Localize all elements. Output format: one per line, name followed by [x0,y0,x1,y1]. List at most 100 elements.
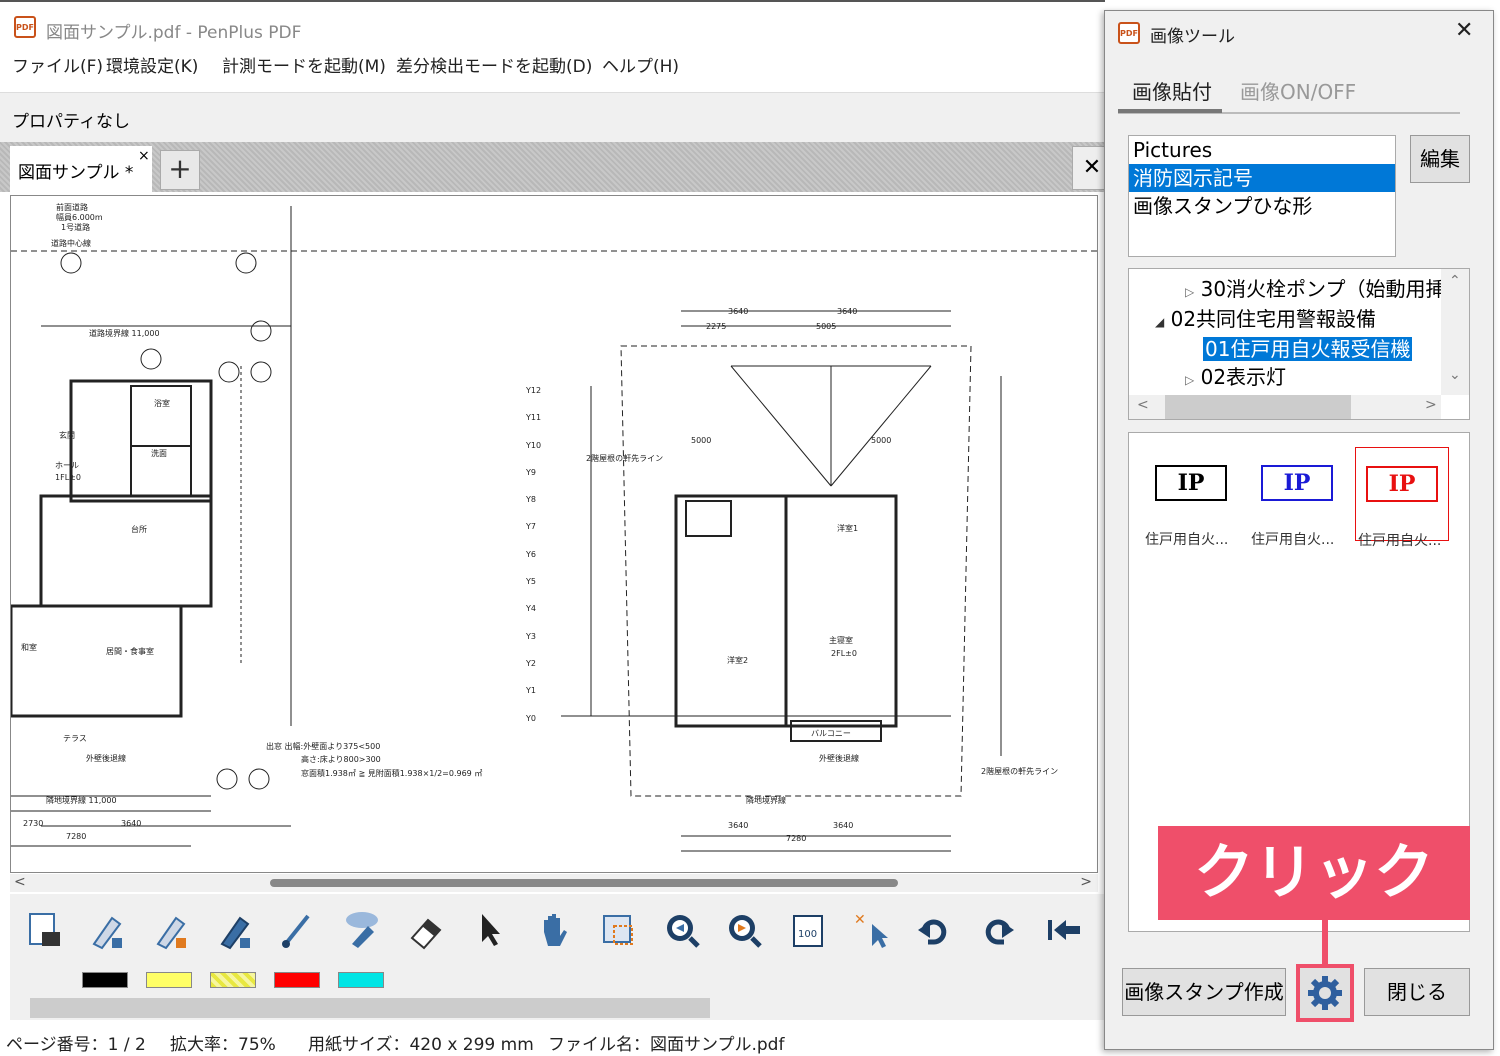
toolbar-scroll-thumb[interactable] [30,998,710,1018]
eraser-icon[interactable] [402,906,450,954]
tree-item[interactable]: ▷ 02表示灯 [1185,361,1286,390]
first-page-icon[interactable] [1040,906,1088,954]
tree-vertical-scrollbar[interactable]: ⌃ ⌄ [1441,269,1469,395]
tree-horizontal-scrollbar[interactable]: < > [1129,395,1441,419]
svg-text:ホール: ホール [55,461,79,470]
tree-item-selected[interactable]: 01住戸用自火報受信機 [1203,333,1413,362]
menu-bar: ファイル(F) 環境設定(K) 計測モードを起動(M) 差分検出モードを起動(D… [0,52,1105,78]
stamp-item[interactable]: IP 住戸用自火... [1145,451,1251,548]
add-tab-button[interactable]: + [160,150,200,190]
stamp-item-selected[interactable]: IP 住戸用自火... [1355,447,1449,549]
title-bar: PDF 図面サンプル.pdf - PenPlus PDF [0,0,1105,52]
collapse-icon[interactable]: ◢ [1155,315,1164,329]
svg-text:洗面: 洗面 [151,448,167,458]
settings-button[interactable] [1296,964,1354,1022]
stamp-item[interactable]: IP 住戸用自火... [1251,451,1357,548]
menu-settings[interactable]: 環境設定(K) [106,52,198,77]
tab-image-paste[interactable]: 画像貼付 [1132,76,1212,105]
close-button[interactable]: 閉じる [1364,968,1470,1016]
svg-text:3640: 3640 [728,307,748,316]
pdf-canvas[interactable]: 前面道路 幅員6.000m 1号道路 道路中心線 玄関 ホール 1FL±0 台所 居間・食… [10,195,1098,873]
scroll-thumb[interactable] [270,879,898,887]
zoom-out-icon[interactable] [658,906,706,954]
svg-text:洋室1: 洋室1 [837,523,858,533]
color-swatch-yellow-pattern[interactable] [210,972,256,988]
marker-1-icon[interactable] [82,906,130,954]
svg-text:Y5: Y5 [525,577,536,586]
svg-text:3640: 3640 [121,819,141,828]
folder-item-selected[interactable]: 消防図示記号 [1129,164,1395,192]
svg-text:道路境界線 11,000: 道路境界線 11,000 [89,328,160,338]
tree-item[interactable]: ◢ 02共同住宅用警報設備 [1155,303,1376,332]
panel-close-icon[interactable]: ✕ [1455,18,1473,43]
svg-text:Y6: Y6 [525,550,536,559]
svg-text:Y9: Y9 [525,468,536,477]
expand-icon[interactable]: ▷ [1185,285,1194,299]
undo-icon[interactable] [910,906,958,954]
svg-text:2FL±0: 2FL±0 [831,649,857,658]
color-swatch-yellow[interactable] [146,972,192,988]
color-swatch-red[interactable] [274,972,320,988]
color-swatch-cyan[interactable] [338,972,384,988]
brush-icon[interactable] [272,906,320,954]
svg-text:浴室: 浴室 [154,398,170,408]
svg-text:Y10: Y10 [525,441,541,450]
svg-text:テラス: テラス [63,734,87,743]
menu-diff[interactable]: 差分検出モードを起動(D) [396,52,592,77]
svg-text:Y8: Y8 [525,495,536,504]
svg-text:前面道路: 前面道路 [56,202,88,212]
delete-stamp-icon[interactable]: ✕ [848,906,896,954]
folder-item[interactable]: Pictures [1129,136,1395,164]
menu-measure[interactable]: 計測モードを起動(M) [222,52,386,77]
text-box-icon[interactable] [20,906,68,954]
scroll-left-icon[interactable]: < [14,874,26,890]
tab-close-icon[interactable]: × [138,148,150,164]
svg-text:2730: 2730 [23,819,43,828]
expand-icon[interactable]: ▷ [1185,373,1194,387]
stamp-label: 住戸用自火... [1358,533,1442,549]
area-select-icon[interactable] [594,906,642,954]
folder-item[interactable]: 画像スタンプひな形 [1129,192,1395,220]
document-tab-label: 図面サンプル * [18,163,134,183]
category-tree[interactable]: ▷ 30消火栓ポンプ（始動用挿 ◢ 02共同住宅用警報設備 01住戸用自火報受信… [1128,268,1470,420]
status-page: ページ番号：1 / 2 [6,1035,146,1055]
redo-icon[interactable] [974,906,1022,954]
toolbar-scrollbar[interactable] [10,994,1105,1020]
stamp-label: 住戸用自火... [1145,532,1229,548]
fit-page-icon[interactable]: 100 [784,906,832,954]
svg-text:高さ:床より800>300: 高さ:床より800>300 [301,754,381,764]
zoom-in-icon[interactable] [720,906,768,954]
property-text: プロパティなし [12,112,130,132]
highlighter-1-icon[interactable] [210,906,258,954]
scroll-right-icon[interactable]: > [1080,874,1092,890]
stamp-text-icon[interactable] [338,906,386,954]
create-stamp-button[interactable]: 画像スタンプ作成 [1122,968,1286,1016]
folder-list[interactable]: Pictures 消防図示記号 画像スタンプひな形 [1128,135,1396,257]
svg-text:5005: 5005 [816,322,836,331]
canvas-horizontal-scrollbar[interactable]: < > [10,874,1098,892]
hand-icon[interactable] [530,906,578,954]
menu-file[interactable]: ファイル(F) [12,52,103,77]
tab-image-onoff[interactable]: 画像ON/OFF [1240,76,1356,105]
svg-text:洋室2: 洋室2 [727,655,748,665]
svg-text:Y2: Y2 [525,659,536,668]
select-arrow-icon[interactable] [466,906,514,954]
svg-text:1号道路: 1号道路 [61,222,90,232]
svg-text:3640: 3640 [728,821,748,830]
document-tab[interactable]: 図面サンプル * × [10,146,152,192]
svg-text:玄関: 玄関 [59,430,75,440]
svg-text:Y4: Y4 [525,604,536,613]
svg-text:5000: 5000 [871,436,891,445]
tree-item[interactable]: ▷ 30消火栓ポンプ（始動用挿 [1185,273,1445,302]
tree-item-label: 30消火栓ポンプ（始動用挿 [1200,277,1446,301]
svg-text:100: 100 [798,929,817,940]
marker-2-icon[interactable] [146,906,194,954]
stamp-preview: IP [1261,465,1333,501]
pdf-app-icon: PDF [14,16,36,38]
svg-text:隣地境界線: 隣地境界線 [746,795,786,805]
svg-text:主寝室: 主寝室 [829,635,853,645]
menu-help[interactable]: ヘルプ(H) [602,52,679,77]
edit-button[interactable]: 編集 [1410,135,1470,183]
color-swatch-black[interactable] [82,972,128,988]
panel-pdf-icon: PDF [1118,22,1140,44]
